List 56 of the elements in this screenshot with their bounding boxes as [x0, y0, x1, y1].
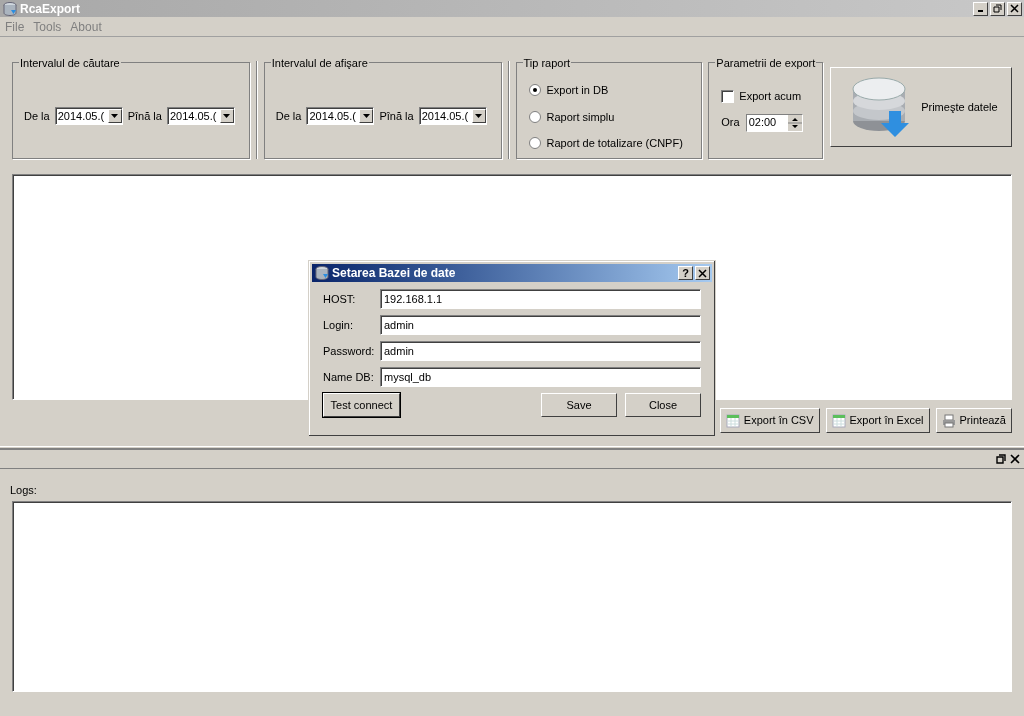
restore-icon	[993, 4, 1002, 13]
export-button[interactable]: Export în CSV	[719, 408, 820, 433]
caret-icon	[475, 114, 483, 118]
date-dropdown[interactable]: 2014.05.(	[418, 107, 487, 125]
dialog-button[interactable]: Save	[541, 393, 617, 417]
restore-button[interactable]	[990, 1, 1005, 16]
window-title: RcaExport	[20, 0, 81, 18]
spreadsheet-icon	[831, 413, 846, 428]
input-field[interactable]: admin	[380, 315, 701, 335]
close-button[interactable]	[1007, 1, 1022, 16]
field-label: Pînă la	[379, 108, 414, 124]
close-icon[interactable]	[1010, 454, 1020, 464]
logs-label: Logs:	[10, 484, 37, 496]
radio-label: Raport simplu	[546, 109, 615, 125]
field-label: Password:	[323, 343, 376, 359]
printer-icon	[941, 413, 956, 428]
restore-icon[interactable]	[996, 454, 1006, 464]
close-button[interactable]	[695, 266, 710, 280]
caret-icon	[223, 114, 231, 118]
radio-button[interactable]	[528, 137, 541, 150]
date-dropdown[interactable]: 2014.05.(	[306, 107, 375, 125]
radio-label: Raport de totalizare (CNPF)	[546, 136, 683, 151]
field-label: Ora	[721, 115, 740, 131]
radio-button[interactable]	[528, 84, 541, 97]
radio-label: Export in DB	[546, 83, 609, 98]
radio-button[interactable]	[528, 110, 541, 123]
field-label: Pînă la	[127, 108, 162, 124]
field-label: De la	[24, 108, 50, 124]
fetch-data-button[interactable]: Primeşte datele	[830, 67, 1012, 147]
input-field[interactable]: 192.168.1.1	[380, 289, 701, 309]
date-dropdown[interactable]: 2014.05.(	[166, 107, 235, 125]
field-label: Login:	[323, 317, 354, 333]
field-label: Name DB:	[323, 369, 375, 385]
caret-icon	[111, 114, 119, 118]
dialog-button[interactable]: Test connect	[323, 393, 400, 417]
spreadsheet-icon	[725, 413, 740, 428]
spin-arrows-icon[interactable]	[787, 114, 802, 131]
time-spinbox[interactable]: 02:00	[745, 113, 803, 132]
dialog-button[interactable]: Close	[625, 393, 701, 417]
dialog-title: Setarea Bazei de date	[332, 265, 456, 282]
date-dropdown[interactable]: 2014.05.(	[54, 107, 123, 125]
help-button[interactable]: ?	[678, 266, 693, 280]
field-label: HOST:	[323, 291, 357, 307]
checkbox[interactable]	[721, 89, 735, 103]
input-field[interactable]: admin	[380, 341, 701, 361]
minimize-button[interactable]	[973, 1, 988, 16]
field-label: De la	[275, 108, 302, 124]
close-icon	[698, 268, 707, 278]
database-icon	[314, 265, 330, 281]
close-icon	[1010, 4, 1019, 13]
database-icon	[2, 0, 18, 17]
export-button[interactable]: Printează	[935, 408, 1012, 433]
input-field[interactable]: mysql_db	[380, 367, 701, 387]
checkbox-label: Export acum	[739, 89, 802, 104]
export-button[interactable]: Export în Excel	[825, 408, 930, 433]
caret-icon	[362, 114, 370, 118]
